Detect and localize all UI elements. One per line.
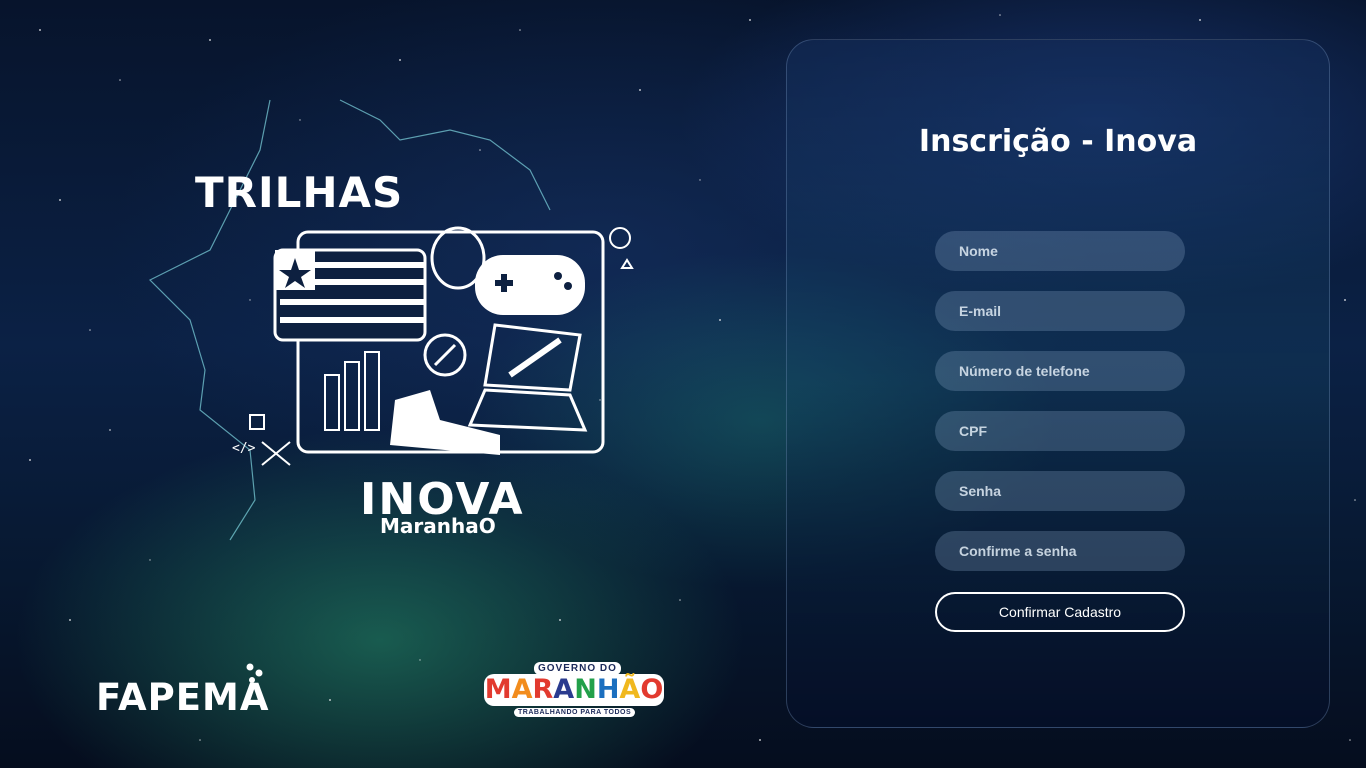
gamepad-icon <box>475 255 585 315</box>
gov-logo-wordmark: MARANHÃO <box>484 674 664 706</box>
svg-text:</>: </> <box>232 441 256 456</box>
fapema-dots-icon <box>246 663 263 683</box>
registration-panel: Inscrição - Inova Confirmar Cadastro <box>786 39 1330 728</box>
laptop-icon <box>467 323 588 432</box>
hero-subbrand: MaranhaO <box>380 514 496 538</box>
form-title: Inscrição - Inova <box>918 124 1198 159</box>
phone-field[interactable] <box>935 351 1185 391</box>
password-field[interactable] <box>935 471 1185 511</box>
confirm-password-field[interactable] <box>935 531 1185 571</box>
confirm-registration-button[interactable]: Confirmar Cadastro <box>935 592 1185 632</box>
mouse-icon <box>430 226 486 290</box>
flag-icon <box>273 248 427 342</box>
cpf-field[interactable] <box>935 411 1185 451</box>
email-field[interactable] <box>935 291 1185 331</box>
governo-maranhao-logo: GOVERNO DO MARANHÃO TRABALHANDO PARA TOD… <box>484 662 666 720</box>
name-field[interactable] <box>935 231 1185 271</box>
hero-title: TRILHAS <box>195 168 404 217</box>
gov-logo-bottom-text: TRABALHANDO PARA TODOS <box>514 708 636 717</box>
sneaker-icon <box>390 390 500 455</box>
compass-icon <box>423 333 467 377</box>
chart-bars-icon <box>324 351 380 431</box>
